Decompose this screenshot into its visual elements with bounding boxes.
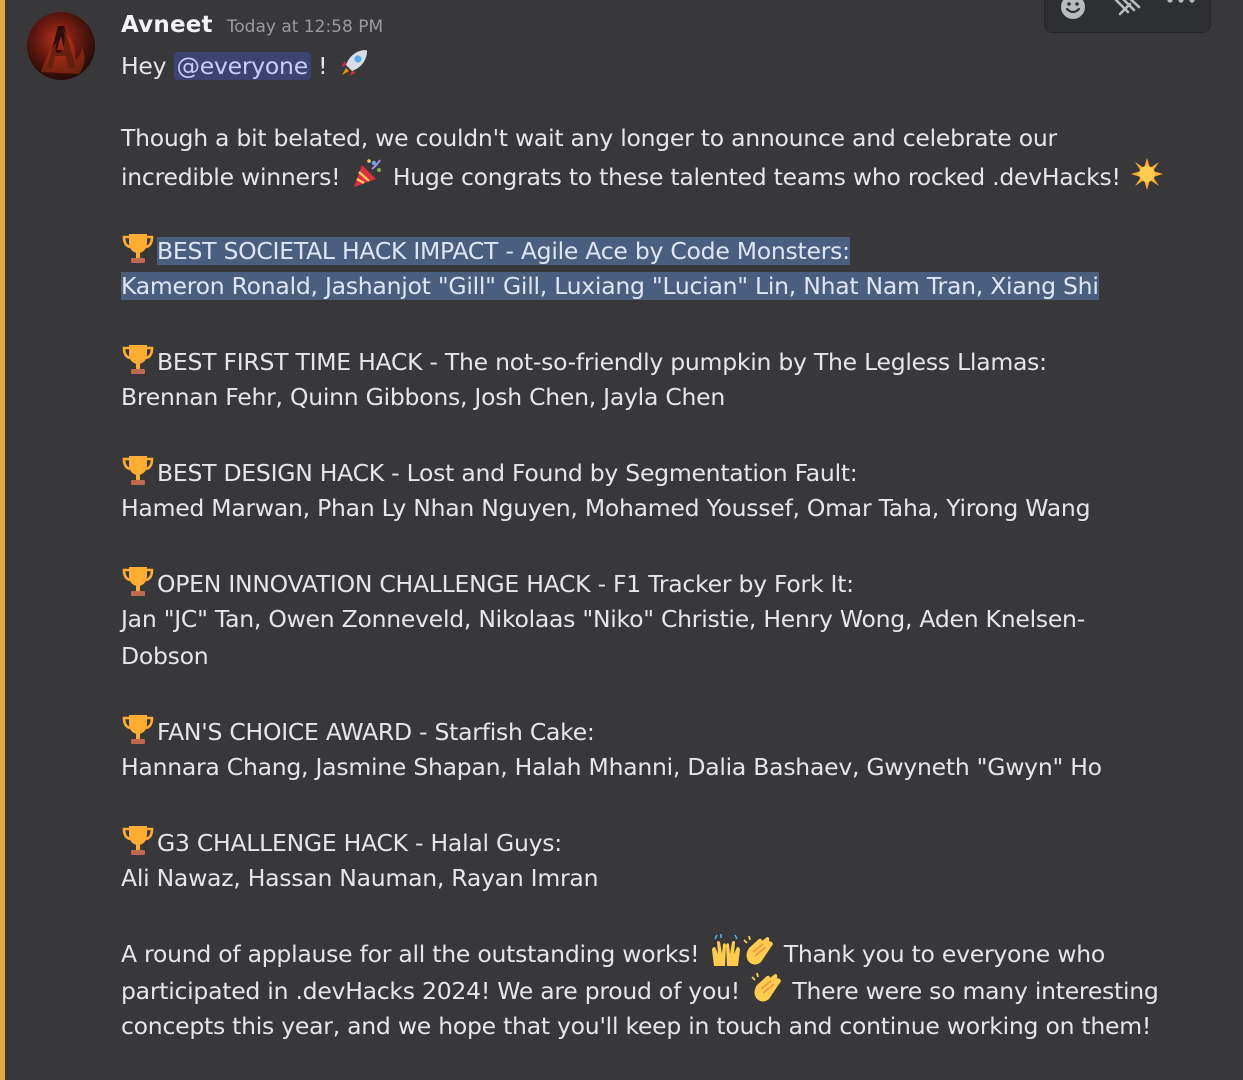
award-1-title: BEST SOCIETAL HACK IMPACT - Agile Ace by… <box>121 231 1201 268</box>
message-toolbar <box>1045 0 1210 32</box>
intro-text-a: incredible winners! <box>121 163 341 191</box>
avatar[interactable] <box>27 12 95 80</box>
award-2-title-text: BEST FIRST TIME HACK - The not-so-friend… <box>157 348 1047 376</box>
message-content: Hey @everyone ! Though a bit belated, we… <box>121 46 1201 1045</box>
more-options-icon[interactable] <box>1163 0 1199 24</box>
quick-reactions-icon[interactable] <box>1109 0 1145 24</box>
award-3-title-text: BEST DESIGN HACK - Lost and Found by Seg… <box>157 459 858 487</box>
outro-line-3: concepts this year, and we hope that you… <box>121 1012 1152 1040</box>
outro-line-2: participated in .devHacks 2024! We are p… <box>121 971 1201 1008</box>
outro-line-1: A round of applause for all the outstand… <box>121 934 1201 971</box>
add-reaction-icon[interactable] <box>1055 0 1091 24</box>
award-5-title-text: FAN'S CHOICE AWARD - Starfish Cake: <box>157 718 595 746</box>
award-3-members: Hamed Marwan, Phan Ly Nhan Nguyen, Moham… <box>121 494 1091 522</box>
award-4-members: Jan "JC" Tan, Owen Zonneveld, Nikolaas "… <box>121 605 1085 633</box>
rocket-emoji-icon <box>337 46 371 80</box>
award-1-title-text: BEST SOCIETAL HACK IMPACT - Agile Ace by… <box>157 237 850 265</box>
trophy-emoji-icon <box>121 564 155 598</box>
clapping-hands-emoji-icon <box>741 934 775 968</box>
outro-text-2a: participated in .devHacks 2024! We are p… <box>121 977 740 1005</box>
award-6-title: G3 CHALLENGE HACK - Halal Guys: <box>121 823 1201 860</box>
greeting-prefix: Hey <box>121 52 167 80</box>
sun-emoji-icon <box>1130 157 1164 191</box>
greeting-line: Hey @everyone ! <box>121 46 1201 83</box>
award-3-title: BEST DESIGN HACK - Lost and Found by Seg… <box>121 453 1201 490</box>
message-timestamp[interactable]: Today at 12:58 PM <box>227 17 383 37</box>
award-4-title: OPEN INNOVATION CHALLENGE HACK - F1 Trac… <box>121 564 1201 601</box>
author-name[interactable]: Avneet <box>121 12 213 38</box>
everyone-mention[interactable]: @everyone <box>173 52 311 80</box>
party-popper-emoji-icon <box>350 157 384 191</box>
award-1-members-text: Kameron Ronald, Jashanjot "Gill" Gill, L… <box>121 272 1099 300</box>
award-2-members: Brennan Fehr, Quinn Gibbons, Josh Chen, … <box>121 383 725 411</box>
raising-hands-emoji-icon <box>709 934 743 968</box>
award-4-members-cont: Dobson <box>121 642 209 670</box>
chat-message: Avneet Today at 12:58 PM Hey @everyone !… <box>0 0 1243 1080</box>
award-2-title: BEST FIRST TIME HACK - The not-so-friend… <box>121 342 1201 379</box>
award-6-title-text: G3 CHALLENGE HACK - Halal Guys: <box>157 829 562 857</box>
award-5-title: FAN'S CHOICE AWARD - Starfish Cake: <box>121 712 1201 749</box>
outro-text-1b: Thank you to everyone who <box>783 940 1105 968</box>
trophy-emoji-icon <box>121 712 155 746</box>
outro-text-2b: There were so many interesting <box>792 977 1159 1005</box>
trophy-emoji-icon <box>121 231 155 265</box>
clapping-hands-emoji-icon <box>749 971 783 1005</box>
trophy-emoji-icon <box>121 453 155 487</box>
greeting-suffix: ! <box>318 52 328 80</box>
outro-text-1a: A round of applause for all the outstand… <box>121 940 700 968</box>
intro-text-b: Huge congrats to these talented teams wh… <box>392 163 1121 191</box>
intro-line-1: Though a bit belated, we couldn't wait a… <box>121 124 1057 152</box>
award-6-members: Ali Nawaz, Hassan Nauman, Rayan Imran <box>121 864 599 892</box>
award-4-title-text: OPEN INNOVATION CHALLENGE HACK - F1 Trac… <box>157 570 854 598</box>
trophy-emoji-icon <box>121 823 155 857</box>
intro-line-2: incredible winners! Huge congrats to the… <box>121 157 1201 194</box>
trophy-emoji-icon <box>121 342 155 376</box>
award-1-members: Kameron Ronald, Jashanjot "Gill" Gill, L… <box>121 268 1201 305</box>
award-5-members: Hannara Chang, Jasmine Shapan, Halah Mha… <box>121 753 1102 781</box>
